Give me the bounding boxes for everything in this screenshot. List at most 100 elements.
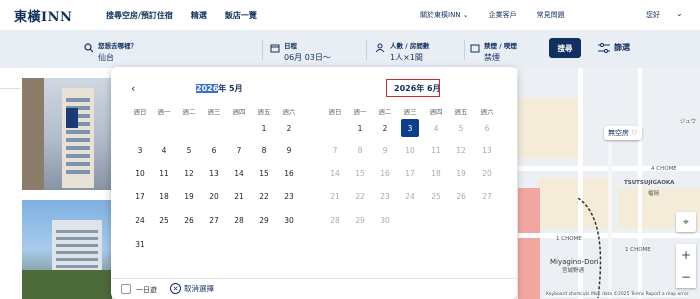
- calendar-day[interactable]: 2: [280, 119, 298, 137]
- calendar-day: 25: [431, 191, 441, 201]
- calendar-day[interactable]: 13: [205, 164, 223, 182]
- calendar-day[interactable]: 27: [205, 211, 223, 229]
- calendar-day[interactable]: 20: [205, 187, 223, 205]
- calendar-day[interactable]: 1: [351, 119, 369, 137]
- calendar-day[interactable]: 8: [255, 141, 273, 159]
- calendar-day: 21: [330, 191, 340, 201]
- weekday-header: 週日: [133, 108, 147, 116]
- chevron-down-icon[interactable]: ⌄: [676, 9, 683, 18]
- calendar-day[interactable]: 9: [280, 141, 298, 159]
- day-trip-checkbox[interactable]: [121, 284, 131, 294]
- calendar-day[interactable]: 16: [280, 164, 298, 182]
- calendar-day[interactable]: 23: [280, 187, 298, 205]
- hotel-photo[interactable]: [22, 78, 112, 190]
- nav-corporate[interactable]: 企業客戶: [489, 10, 517, 20]
- calendar-day[interactable]: 15: [255, 164, 273, 182]
- weekday-header: 週三: [403, 108, 417, 116]
- day-trip-label: 一日遊: [136, 286, 157, 294]
- map-label: Miyagino-Dori: [550, 258, 599, 266]
- guests-field[interactable]: 人數 / 房間數 1人×1間: [390, 40, 429, 63]
- calendar-day[interactable]: 7: [230, 141, 248, 159]
- weekday-header: 週三: [207, 108, 221, 116]
- calendar-day: 12: [456, 145, 466, 155]
- map-label: ジュウ: [680, 119, 697, 125]
- close-icon: ✕: [170, 283, 181, 294]
- weekday-header: 週一: [157, 108, 171, 116]
- calendar-day[interactable]: 18: [155, 187, 173, 205]
- calendar-day[interactable]: 11: [155, 164, 173, 182]
- calendar-day[interactable]: 30: [280, 211, 298, 229]
- calendar-day[interactable]: 22: [255, 187, 273, 205]
- calendar-day[interactable]: 28: [230, 211, 248, 229]
- heart-icon[interactable]: ♡: [631, 129, 637, 137]
- nav-search-booking[interactable]: 搜尋空房/預訂住宿: [106, 10, 173, 21]
- calendar-day[interactable]: 25: [155, 211, 173, 229]
- prev-month-button[interactable]: ‹: [131, 82, 135, 95]
- nav-hotel-list[interactable]: 飯店一覽: [225, 10, 257, 21]
- search-icon: [84, 43, 94, 53]
- user-greeting[interactable]: 您好: [646, 10, 660, 20]
- calendar-icon: [270, 44, 280, 53]
- calendar-day[interactable]: 10: [131, 164, 149, 182]
- filter-button[interactable]: 篩選: [598, 42, 630, 53]
- calendar-day[interactable]: 5: [180, 141, 198, 159]
- main-nav: 搜尋空房/預訂住宿 精選 飯店一覽: [106, 10, 257, 21]
- calendar-day[interactable]: 31: [131, 235, 149, 253]
- weekday-header: 週二: [182, 108, 196, 116]
- calendar-day[interactable]: 12: [180, 164, 198, 182]
- calendar-day: 6: [484, 123, 490, 133]
- map-label: 1 CHOME: [625, 247, 651, 253]
- hotel-photo[interactable]: [22, 200, 112, 299]
- calendar-day: 17: [405, 168, 415, 178]
- calendar-day[interactable]: 3: [401, 119, 419, 137]
- calendar-day[interactable]: 6: [205, 141, 223, 159]
- zoom-out-button[interactable]: −: [676, 266, 696, 288]
- calendar-day: 4: [433, 123, 439, 133]
- nav-about[interactable]: 關於東橫INN: [420, 10, 469, 20]
- divider: [262, 40, 263, 60]
- brand-logo[interactable]: 東橫INN: [14, 6, 72, 25]
- nav-featured[interactable]: 精選: [191, 10, 207, 21]
- calendar-day[interactable]: 14: [230, 164, 248, 182]
- calendar-day[interactable]: 19: [180, 187, 198, 205]
- nav-faq[interactable]: 常見問題: [537, 10, 565, 20]
- calendar-day: 15: [355, 168, 365, 178]
- calendar-day[interactable]: 1: [255, 119, 273, 137]
- map-label: 4 CHOME: [651, 166, 677, 172]
- calendar-day[interactable]: 3: [131, 141, 149, 159]
- hotel-marker[interactable]: 無空房 ♡: [604, 126, 642, 140]
- calendar-day[interactable]: 2: [376, 119, 394, 137]
- map-label: 榴岡: [648, 191, 660, 197]
- divider: [464, 40, 465, 60]
- calendar-day[interactable]: 26: [180, 211, 198, 229]
- weekday-header: 週五: [454, 108, 468, 116]
- map-attribution[interactable]: Keyboard shortcuts Map data ©2025 Terms …: [546, 292, 689, 297]
- calendar-day[interactable]: 17: [131, 187, 149, 205]
- calendar-day[interactable]: 29: [255, 211, 273, 229]
- calendar-day: 30: [380, 215, 390, 225]
- weekday-header: 週一: [353, 108, 367, 116]
- calendar-day[interactable]: 21: [230, 187, 248, 205]
- divider: [111, 278, 517, 279]
- calendar-day: 7: [332, 145, 338, 155]
- calendar-day: 11: [431, 145, 441, 155]
- calendar-day[interactable]: 24: [131, 211, 149, 229]
- no-smoking-icon: [470, 44, 480, 53]
- date-picker-popup: [111, 67, 517, 299]
- divider: [366, 40, 367, 60]
- date-field[interactable]: 日程 06月 03日〜: [284, 40, 331, 63]
- zoom-in-button[interactable]: +: [676, 244, 696, 266]
- calendar-day: 13: [482, 145, 492, 155]
- weekday-header: 週四: [429, 108, 443, 116]
- calendar-day[interactable]: 4: [155, 141, 173, 159]
- calendar-day: 16: [380, 168, 390, 178]
- search-button[interactable]: 搜尋: [549, 38, 581, 58]
- calendar-day: 8: [357, 145, 363, 155]
- destination-field[interactable]: 您想去哪裡？ 仙台: [98, 40, 137, 63]
- smoking-field[interactable]: 禁煙 / 喫煙 禁煙: [484, 40, 517, 63]
- weekday-header: 週六: [282, 108, 296, 116]
- map-camera-control[interactable]: ⌖: [676, 212, 696, 232]
- clear-selection-button[interactable]: ✕ 取消選擇: [170, 283, 214, 294]
- map-label: TSUTSUJIGAOKA: [624, 180, 675, 186]
- top-nav-bar: 東橫INN 搜尋空房/預訂住宿 精選 飯店一覽 關於東橫INN 企業客戶 常見問…: [0, 0, 700, 30]
